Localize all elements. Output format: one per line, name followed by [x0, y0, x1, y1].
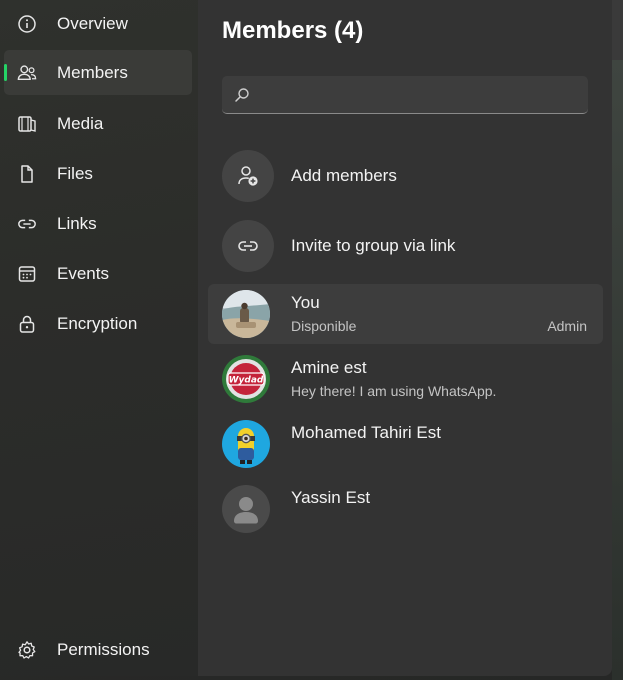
member-name: Mohamed Tahiri Est	[291, 423, 441, 442]
members-pane: Members (4) Add members Invite to group …	[198, 0, 612, 676]
member-status: Hey there! I am using WhatsApp.	[291, 383, 497, 399]
calendar-icon	[17, 264, 37, 284]
invite-link-button[interactable]: Invite to group via link	[222, 219, 602, 273]
sidebar-item-encryption[interactable]: Encryption	[4, 301, 192, 346]
sidebar-item-events[interactable]: Events	[4, 251, 192, 296]
member-row[interactable]: Yassin Est	[208, 479, 603, 539]
avatar	[222, 420, 270, 468]
sidebar-item-label: Media	[57, 113, 104, 133]
sidebar-item-links[interactable]: Links	[4, 201, 192, 246]
member-name: You	[291, 293, 320, 312]
sidebar-item-label: Events	[57, 263, 109, 283]
member-name: Amine est	[291, 358, 367, 377]
sidebar-item-label: Overview	[57, 13, 128, 33]
invite-link-label: Invite to group via link	[291, 236, 456, 255]
link-icon	[17, 214, 37, 234]
search-input[interactable]	[258, 76, 582, 114]
group-info-panel: Overview Members Media Files Links Event…	[0, 0, 612, 676]
svg-text:Wydad: Wydad	[229, 376, 264, 386]
add-members-label: Add members	[291, 166, 397, 185]
sidebar-item-permissions[interactable]: Permissions	[4, 627, 192, 672]
member-row-you[interactable]: You Disponible Admin	[208, 284, 603, 344]
background-window-edge	[612, 0, 623, 680]
admin-badge: Admin	[547, 318, 587, 334]
member-row[interactable]: Wydad Amine est Hey there! I am using Wh…	[208, 349, 603, 409]
sidebar: Overview Members Media Files Links Event…	[0, 0, 198, 676]
lock-icon	[17, 314, 37, 334]
avatar	[222, 290, 270, 338]
info-icon	[17, 14, 37, 34]
link-icon	[222, 220, 274, 272]
add-person-icon	[222, 150, 274, 202]
member-status: Disponible	[291, 318, 357, 334]
sidebar-item-members[interactable]: Members	[4, 50, 192, 95]
gear-icon	[17, 640, 37, 660]
sidebar-item-files[interactable]: Files	[4, 151, 192, 196]
member-name: Yassin Est	[291, 488, 371, 507]
sidebar-item-label: Members	[57, 62, 128, 82]
avatar-placeholder-icon	[222, 485, 270, 533]
add-members-button[interactable]: Add members	[222, 149, 602, 203]
sidebar-item-label: Links	[57, 213, 97, 233]
people-icon	[17, 63, 37, 83]
avatar: Wydad	[222, 355, 270, 403]
media-icon	[17, 114, 37, 134]
sidebar-item-overview[interactable]: Overview	[4, 1, 192, 46]
sidebar-item-label: Encryption	[57, 313, 138, 333]
file-icon	[17, 164, 37, 184]
member-row[interactable]: Mohamed Tahiri Est	[208, 414, 603, 474]
page-title: Members (4)	[222, 17, 364, 44]
sidebar-item-label: Files	[57, 163, 93, 183]
sidebar-item-media[interactable]: Media	[4, 101, 192, 146]
active-indicator	[4, 64, 7, 81]
sidebar-item-label: Permissions	[57, 639, 150, 659]
search-box[interactable]	[222, 76, 588, 114]
search-icon	[234, 87, 250, 103]
window: Overview Members Media Files Links Event…	[0, 0, 623, 680]
